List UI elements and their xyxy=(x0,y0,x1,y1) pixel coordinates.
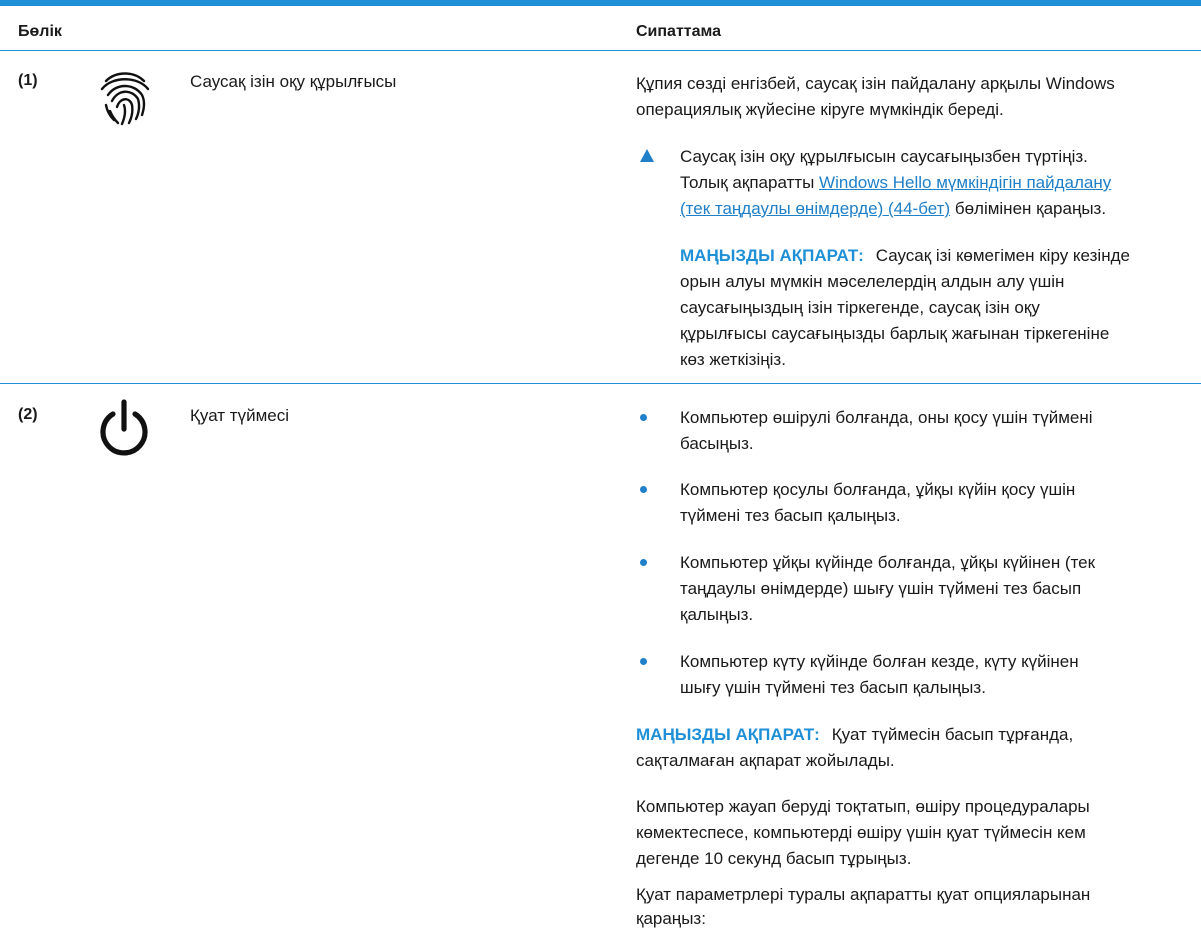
power-icon xyxy=(96,398,152,465)
bullet-line: шығу үшін түймені тез басып қалыңыз. xyxy=(680,678,986,697)
component-name: Саусақ ізін оқу құрылғысы xyxy=(190,72,397,91)
bullet-icon xyxy=(640,658,647,665)
bullet-icon xyxy=(640,486,647,493)
paragraph-line: Компьютер жауап беруді тоқтатып, өшіру п… xyxy=(636,797,1090,816)
header-divider xyxy=(0,50,1201,51)
paragraph-line: дегенде 10 секунд басып тұрыңыз. xyxy=(636,849,912,868)
row-number: (1) xyxy=(18,72,38,89)
step-marker-icon xyxy=(640,149,654,162)
bullet-line: таңдаулы өнімдерде) шығу үшін түймені те… xyxy=(680,579,1082,598)
header-description: Сипаттама xyxy=(636,23,722,40)
bullet-line: басыңыз. xyxy=(680,434,754,453)
important-note: МАҢЫЗДЫ АҚПАРАТ: Қуат түймесін басып тұрғ… xyxy=(636,725,1074,744)
step-line: Толық ақпаратты Windows Hello мүмкіндігі… xyxy=(680,173,1112,192)
description-line: операциялық жүйесіне кіруге мүмкіндік бе… xyxy=(636,100,1004,119)
header-part: Бөлік xyxy=(18,23,62,40)
step-line: (тек таңдаулы өнімдерде) (44-бет) бөлімі… xyxy=(680,199,1107,218)
important-line: орын алуы мүмкін мәселелердің алдын алу … xyxy=(680,272,1065,291)
important-line: сақталмаған ақпарат жойылады. xyxy=(636,751,895,770)
bullet-line: қалыңыз. xyxy=(680,605,754,624)
important-label: МАҢЫЗДЫ АҚПАРАТ: xyxy=(680,246,864,265)
row-number: (2) xyxy=(18,406,38,423)
paragraph-line: көмектеспесе, компьютерді өшіру үшін қуа… xyxy=(636,823,1086,842)
fingerprint-icon xyxy=(98,67,152,132)
important-line: саусағыңыздың ізін тіркегенде, саусақ із… xyxy=(680,298,1040,317)
row-divider xyxy=(0,383,1201,384)
bullet-line: Компьютер өшірулі болғанда, оны қосу үші… xyxy=(680,408,1093,427)
important-line: құрылғысы саусағыңызды барлық жағынан ті… xyxy=(680,324,1110,343)
important-label: МАҢЫЗДЫ АҚПАРАТ: xyxy=(636,725,820,744)
important-line: көз жеткізіңіз. xyxy=(680,350,786,369)
component-name: Қуат түймесі xyxy=(190,406,290,425)
table-header: Бөлік Сипаттама xyxy=(0,6,1201,50)
bullet-icon xyxy=(640,559,647,566)
paragraph-line: Қуат параметрлері туралы ақпаратты қуат … xyxy=(636,885,1091,904)
bullet-line: түймені тез басып қалыңыз. xyxy=(680,506,901,525)
windows-hello-link-continued[interactable]: (тек таңдаулы өнімдерде) (44-бет) xyxy=(680,199,950,218)
bullet-line: Компьютер қосулы болғанда, ұйқы күйін қо… xyxy=(680,480,1076,499)
important-note: МАҢЫЗДЫ АҚПАРАТ: Саусақ ізі көмегімен кір… xyxy=(680,246,1130,265)
windows-hello-link[interactable]: Windows Hello мүмкіндігін пайдалану xyxy=(819,173,1111,192)
bullet-line: Компьютер күту күйінде болған кезде, күт… xyxy=(680,652,1079,671)
description-line: Құпия сөзді енгізбей, саусақ ізін пайдал… xyxy=(636,74,1115,93)
bullet-icon xyxy=(640,414,647,421)
step-line: Саусақ ізін оқу құрылғысын саусағыңызбен… xyxy=(680,147,1088,166)
paragraph-line: қараңыз: xyxy=(636,909,706,928)
bullet-line: Компьютер ұйқы күйінде болғанда, ұйқы кү… xyxy=(680,553,1096,572)
